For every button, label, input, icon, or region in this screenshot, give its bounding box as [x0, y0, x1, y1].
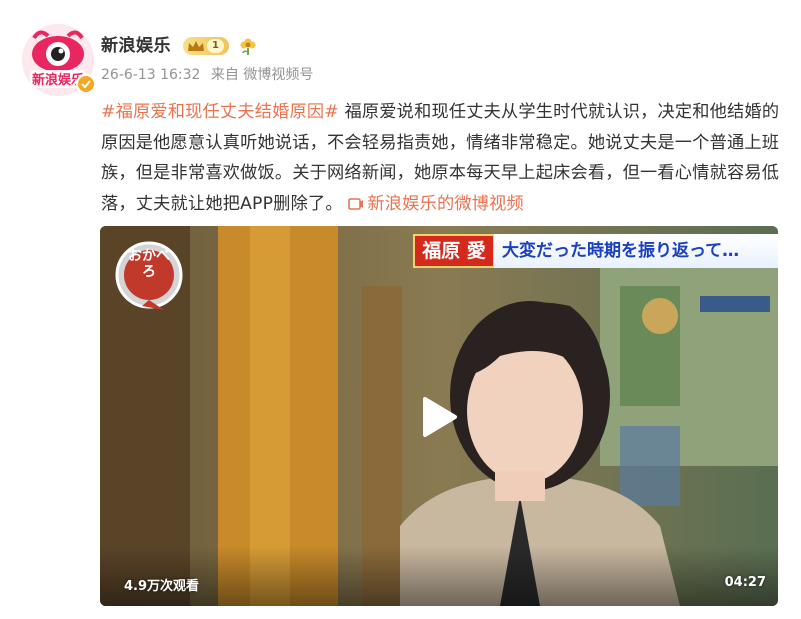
video-player[interactable]: おかべろ 福原 愛 大変だった時期を振り返って… 4.9万次观看 04:27: [100, 226, 778, 606]
post-source: 来自 微博视频号: [210, 67, 314, 83]
view-count: 4.9万次观看: [124, 579, 200, 594]
flower-badge-icon[interactable]: [238, 36, 258, 56]
weibo-post: 新浪娱乐 新浪娱乐 1 26-6-13 16:32 来自 微博视频号 #福原爱和…: [0, 0, 801, 619]
video-link-text: 新浪娱乐的微博视频: [367, 193, 524, 214]
play-icon[interactable]: [417, 396, 459, 438]
post-hashtag[interactable]: #福原爱和现任丈夫结婚原因#: [101, 102, 339, 122]
vip-level: 1: [207, 39, 224, 53]
video-caption-name: 福原 愛: [413, 234, 495, 268]
author-name[interactable]: 新浪娱乐: [101, 35, 171, 57]
post-timestamp[interactable]: 26-6-13 16:32: [101, 67, 200, 83]
video-source-link[interactable]: 新浪娱乐的微博视频: [348, 194, 524, 214]
post-content: #福原爱和现任丈夫结婚原因# 福原爱说和现任丈夫从学生时代就认识，决定和他结婚的…: [101, 97, 781, 219]
show-logo-text: おかべろ: [128, 248, 170, 280]
video-caption-subtitle: 大変だった時期を振り返って…: [494, 234, 778, 268]
verified-badge-icon: [76, 74, 96, 94]
vip-badge[interactable]: 1: [183, 37, 229, 55]
crown-icon: [188, 41, 204, 51]
post-meta: 26-6-13 16:32 来自 微博视频号: [101, 66, 319, 84]
video-duration: 04:27: [724, 575, 766, 590]
video-link-icon: [348, 197, 364, 210]
